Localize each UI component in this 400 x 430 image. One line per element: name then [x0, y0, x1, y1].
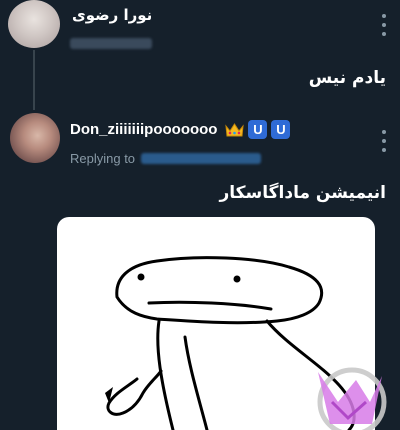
replying-handle-blurred[interactable]	[141, 153, 262, 164]
avatar[interactable]	[10, 113, 60, 163]
more-options-icon[interactable]	[379, 14, 389, 36]
u-badge: U	[271, 120, 291, 139]
crown-icon	[225, 122, 245, 138]
tweet-text: انیمیشن ماداگاسکار	[219, 183, 386, 203]
logo-watermark-icon	[308, 362, 388, 430]
u-badge: U	[248, 120, 268, 139]
author-handle-blurred	[70, 38, 152, 49]
tweet-text: یادم نیس	[308, 68, 386, 88]
replying-label: Replying to	[70, 151, 136, 166]
more-options-icon[interactable]	[379, 130, 389, 152]
thread-connector-line	[33, 50, 35, 110]
author-name-row[interactable]: Don_ziiiiiiipooooooo U U	[70, 120, 291, 139]
author-name[interactable]: Don_ziiiiiiipooooooo	[70, 121, 217, 138]
avatar[interactable]	[8, 0, 60, 48]
replying-to: Replying to	[70, 151, 262, 166]
author-name[interactable]: نورا رضوی	[72, 6, 152, 24]
